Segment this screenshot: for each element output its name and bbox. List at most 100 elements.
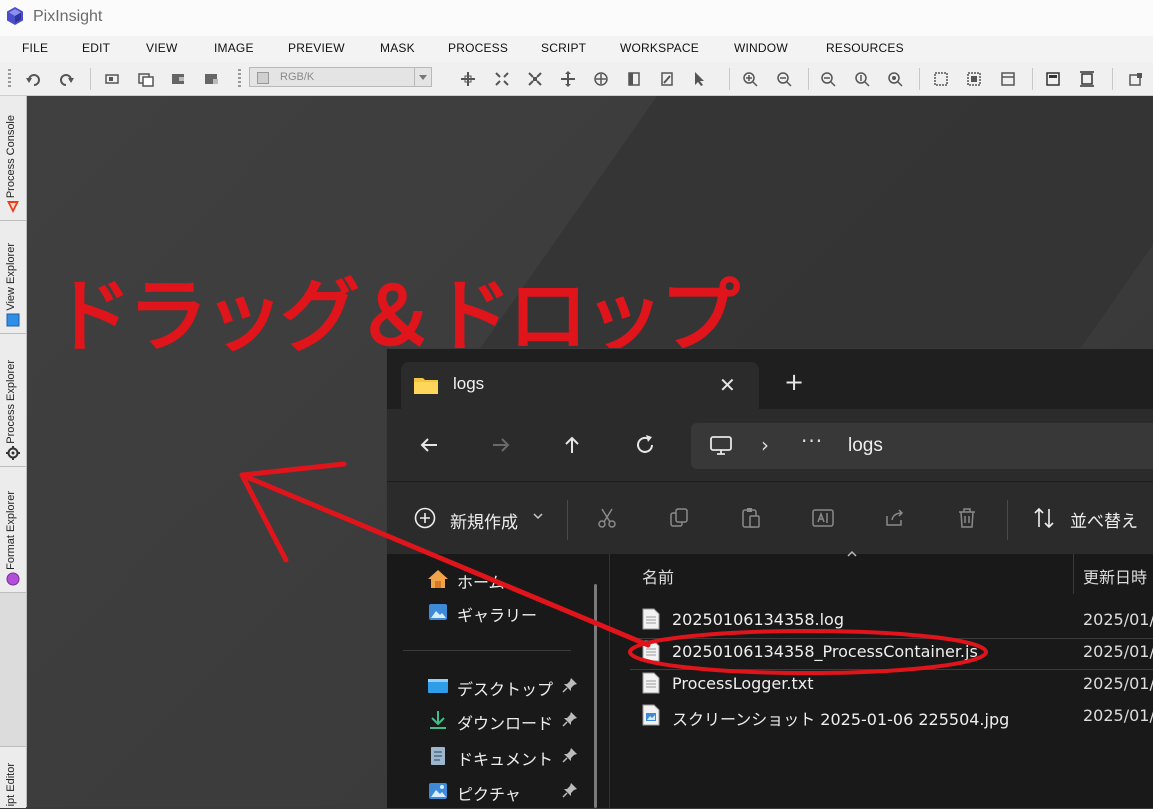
- file-name: ProcessLogger.txt: [672, 674, 814, 693]
- tab-label: Format Explorer: [5, 491, 17, 570]
- menu-image[interactable]: IMAGE: [214, 41, 254, 55]
- stf-icon[interactable]: [1128, 71, 1144, 87]
- file-row-selected[interactable]: 20250106134358_ProcessContainer.js 2025/…: [630, 638, 1153, 670]
- tab-process-explorer[interactable]: Process Explorer: [0, 334, 26, 467]
- close-icon[interactable]: ✕: [719, 373, 736, 397]
- file-date: 2025/01/: [1083, 674, 1153, 693]
- zoom-fit-icon[interactable]: [820, 71, 836, 87]
- display-alpha-icon[interactable]: [966, 71, 982, 87]
- folder-icon: [414, 378, 438, 394]
- zoom-out-icon[interactable]: [776, 71, 792, 87]
- nav-item-downloads[interactable]: ダウンロード: [427, 706, 602, 734]
- gear-icon: [6, 446, 20, 460]
- file-row[interactable]: スクリーンショット 2025-01-06 225504.jpg 2025/01/: [630, 702, 1153, 732]
- tab-view-explorer[interactable]: View Explorer: [0, 221, 26, 334]
- tab-label: ipt Editor: [5, 762, 17, 806]
- menu-file[interactable]: FILE: [22, 41, 48, 55]
- new-tab-icon[interactable]: +: [784, 370, 804, 394]
- tab-label: View Explorer: [5, 243, 17, 311]
- explorer-command-bar: 新規作成 並べ替え: [387, 481, 1153, 555]
- tab-process-console[interactable]: Process Console: [0, 96, 26, 221]
- shrink-icon[interactable]: [527, 71, 543, 87]
- format-explorer-icon: [6, 572, 20, 586]
- nav-item-label: ホーム: [457, 573, 505, 592]
- tab-script-editor[interactable]: ipt Editor: [0, 746, 26, 808]
- color-swatch: [257, 72, 269, 84]
- add-circle-icon: [414, 507, 436, 529]
- nav-item-desktop[interactable]: デスクトップ: [427, 672, 602, 700]
- toolbar-separator: [729, 68, 730, 90]
- paste-icon[interactable]: [739, 506, 763, 530]
- pin-icon[interactable]: [562, 711, 578, 727]
- explorer-tab-strip: logs ✕ +: [387, 349, 1153, 409]
- zoom-optimal-icon[interactable]: [887, 71, 903, 87]
- explorer-tab-title: logs: [453, 374, 485, 393]
- nav-divider: [403, 650, 571, 651]
- column-header-name[interactable]: 名前: [642, 564, 674, 588]
- fit-icon[interactable]: [494, 71, 510, 87]
- menu-window[interactable]: WINDOW: [734, 41, 788, 55]
- menu-edit[interactable]: EDIT: [82, 41, 110, 55]
- file-row[interactable]: ProcessLogger.txt 2025/01/: [630, 670, 1153, 700]
- fullscreen-icon[interactable]: [1079, 71, 1095, 87]
- image-container-icon[interactable]: [170, 71, 186, 87]
- zoom-1-1-icon[interactable]: [854, 71, 870, 87]
- forward-icon[interactable]: [489, 433, 513, 457]
- refresh-icon[interactable]: [633, 433, 657, 457]
- nav-item-documents[interactable]: ドキュメント: [427, 742, 602, 770]
- menu-process[interactable]: PROCESS: [448, 41, 508, 55]
- undo-icon[interactable]: [26, 71, 42, 87]
- pin-icon[interactable]: [562, 677, 578, 693]
- toolbar: [0, 62, 1153, 96]
- move-all-icon[interactable]: [593, 71, 609, 87]
- menu-view[interactable]: VIEW: [146, 41, 177, 55]
- image-export-icon[interactable]: [203, 71, 219, 87]
- nav-item-home[interactable]: ホーム: [427, 565, 602, 593]
- toolbar-separator: [90, 68, 91, 90]
- menu-workspace[interactable]: WORKSPACE: [620, 41, 699, 55]
- duplicate-image-icon[interactable]: [138, 71, 154, 87]
- move-icon[interactable]: [560, 71, 576, 87]
- pin-icon[interactable]: [562, 747, 578, 763]
- column-header-modified[interactable]: 更新日時: [1083, 564, 1147, 588]
- up-icon[interactable]: [560, 433, 584, 457]
- menu-script[interactable]: SCRIPT: [541, 41, 586, 55]
- zoom-in-icon[interactable]: [742, 71, 758, 87]
- new-image-icon[interactable]: [104, 71, 120, 87]
- back-icon[interactable]: [417, 433, 441, 457]
- menu-mask[interactable]: MASK: [380, 41, 415, 55]
- delete-icon[interactable]: [955, 506, 979, 530]
- side-panel: Process Console View Explorer Process Ex…: [0, 96, 27, 808]
- color-space-select[interactable]: RGB/K: [249, 67, 432, 87]
- pointer-icon[interactable]: [691, 71, 707, 87]
- edit-preview-icon[interactable]: [659, 71, 675, 87]
- nav-scrollbar[interactable]: [594, 584, 597, 808]
- nav-item-pictures[interactable]: ピクチャ: [427, 777, 602, 805]
- file-row[interactable]: 20250106134358.log 2025/01/: [630, 606, 1153, 636]
- breadcrumb-current[interactable]: logs: [848, 435, 883, 457]
- toolbar-grip[interactable]: [238, 69, 241, 89]
- chevron-down-icon[interactable]: [414, 68, 431, 86]
- breadcrumb-overflow[interactable]: ···: [801, 429, 823, 453]
- explorer-tab[interactable]: logs ✕: [401, 362, 759, 409]
- rename-icon[interactable]: [811, 506, 835, 530]
- menu-resources[interactable]: RESOURCES: [826, 41, 904, 55]
- cut-icon[interactable]: [595, 506, 619, 530]
- display-mode-icon[interactable]: [1000, 71, 1016, 87]
- redo-icon[interactable]: [58, 71, 74, 87]
- column-divider[interactable]: [1073, 554, 1074, 594]
- file-explorer-window[interactable]: logs ✕ + › ··· logs 新規作成 並べ替え ホーム ギャラリー …: [386, 348, 1153, 809]
- preview-icon[interactable]: [626, 71, 642, 87]
- pin-icon[interactable]: [562, 782, 578, 798]
- address-bar[interactable]: › ··· logs: [691, 423, 1153, 469]
- menu-preview[interactable]: PREVIEW: [288, 41, 345, 55]
- display-channel-icon[interactable]: [933, 71, 949, 87]
- share-icon[interactable]: [883, 506, 907, 530]
- toolbar-grip[interactable]: [8, 69, 11, 89]
- screen-transfer-icon[interactable]: [1045, 71, 1061, 87]
- breadcrumb-separator[interactable]: ›: [761, 433, 769, 457]
- tab-format-explorer[interactable]: Format Explorer: [0, 467, 26, 593]
- copy-icon[interactable]: [667, 506, 691, 530]
- nav-item-gallery[interactable]: ギャラリー: [427, 598, 602, 626]
- pan-icon[interactable]: [460, 71, 476, 87]
